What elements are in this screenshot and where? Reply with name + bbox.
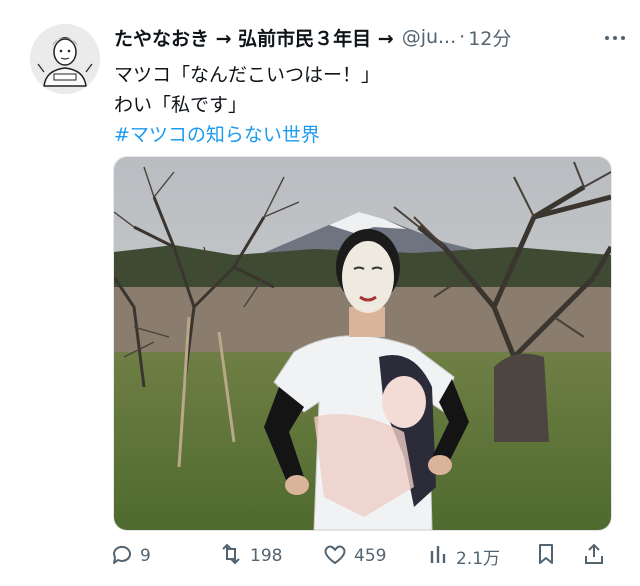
author-handle[interactable]: @ju... — [402, 26, 456, 48]
avatar-illustration — [30, 24, 100, 94]
views-icon — [428, 542, 456, 571]
orchard-photo — [114, 157, 611, 530]
like-icon — [322, 542, 354, 571]
retweet-icon — [218, 542, 250, 571]
reply-button[interactable]: 9 — [110, 540, 151, 572]
bookmark-icon — [535, 542, 563, 571]
tweet-header: たやなおき → 弘前市民３年目 → @ju... · 12分 — [114, 22, 614, 52]
tweet-actions: 9 198 459 2.1万 — [110, 540, 630, 572]
views-button[interactable]: 2.1万 — [428, 540, 500, 572]
share-icon — [582, 542, 612, 571]
like-button[interactable]: 459 — [322, 540, 386, 572]
author-name[interactable]: たやなおき → 弘前市民３年目 → — [114, 24, 394, 51]
hashtag-link[interactable]: #マツコの知らない世界 — [114, 120, 320, 150]
avatar[interactable] — [30, 24, 100, 94]
views-count: 2.1万 — [456, 548, 501, 569]
reply-icon — [110, 542, 140, 571]
more-icon[interactable] — [604, 26, 626, 47]
share-button[interactable] — [582, 540, 612, 572]
retweet-count: 198 — [250, 546, 283, 566]
retweet-button[interactable]: 198 — [218, 540, 282, 572]
tweet-text-line-2: わい「私です」 — [114, 94, 248, 116]
separator-dot: · — [459, 26, 466, 48]
tweet-text-line-1: マツコ「なんだこいつはー！」 — [114, 64, 381, 86]
tweet-timestamp[interactable]: 12分 — [468, 24, 511, 51]
bookmark-button[interactable] — [535, 540, 563, 572]
reply-count: 9 — [140, 546, 151, 566]
like-count: 459 — [354, 546, 387, 566]
tweet-photo[interactable] — [113, 156, 612, 531]
